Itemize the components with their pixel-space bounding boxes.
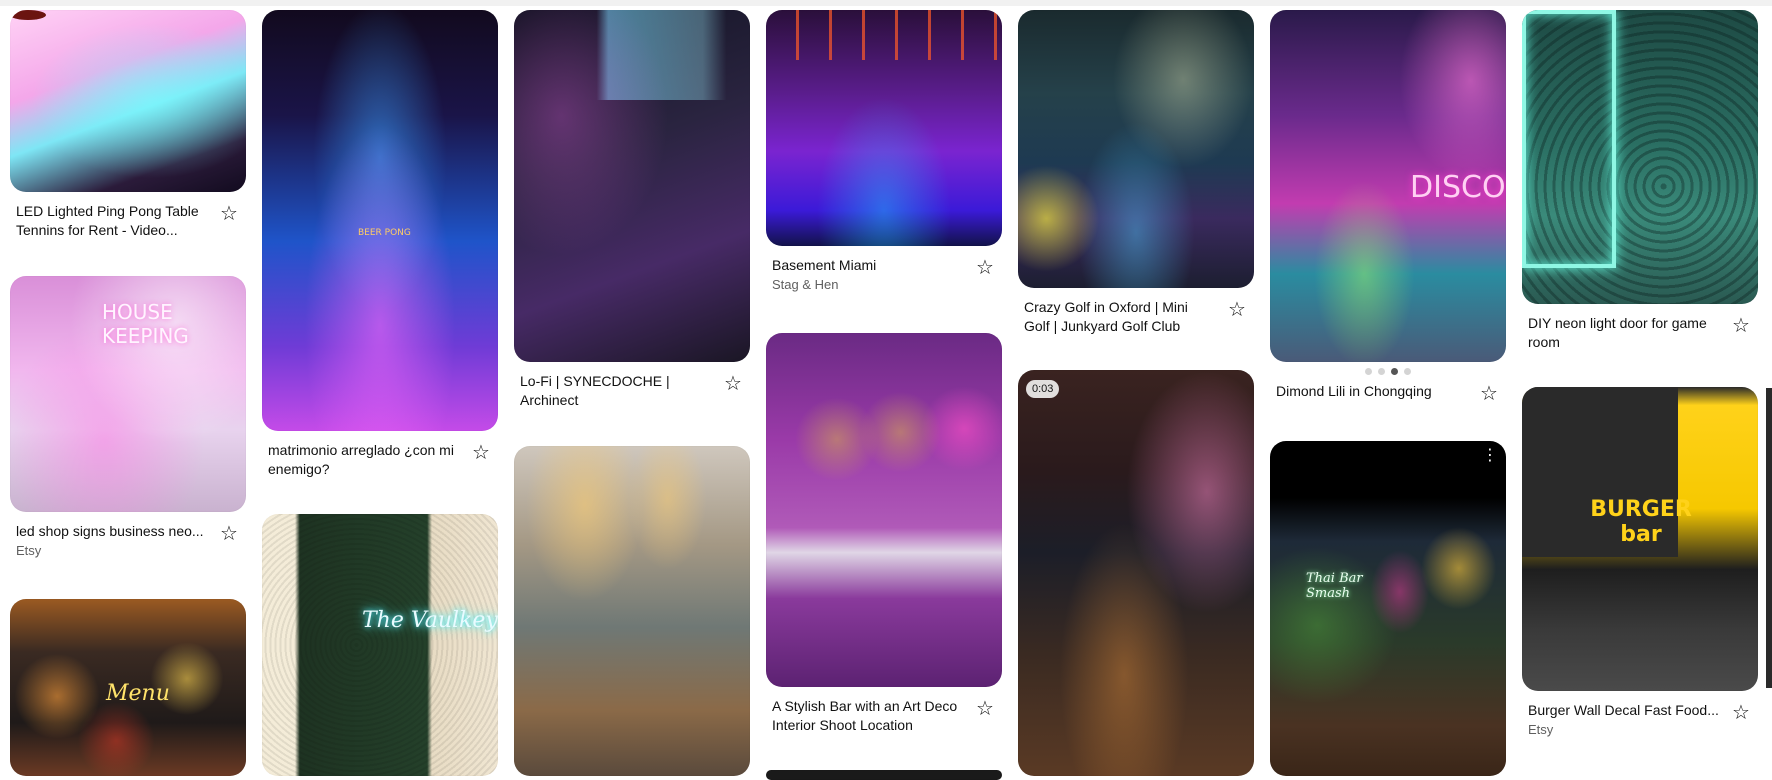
- pin-title: led shop signs business neo...: [16, 523, 204, 539]
- star-outline-icon[interactable]: ☆: [470, 441, 492, 463]
- pin-thai-bar-smash[interactable]: ⋮ Thai Bar Smash: [1270, 441, 1506, 776]
- pin-title: A Stylish Bar with an Art Deco Interior …: [772, 698, 958, 733]
- pin-image[interactable]: [514, 446, 750, 776]
- carousel-dot[interactable]: [1365, 368, 1372, 375]
- pin-image[interactable]: [766, 333, 1002, 687]
- pin-beer-pong-table[interactable]: BEER PONG matrimonio arreglado ¿con mi e…: [262, 10, 498, 479]
- pin-burger-wall-decal[interactable]: BURGER bar Burger Wall Decal Fast Food..…: [1522, 387, 1758, 739]
- pin-ping-pong-table[interactable]: LED Lighted Ping Pong Table Tennins for …: [10, 10, 246, 240]
- pin-image[interactable]: [1522, 10, 1758, 304]
- more-dots-icon[interactable]: ⋮: [1482, 447, 1498, 463]
- pin-title: Basement Miami: [772, 257, 877, 273]
- pin-image[interactable]: The Vaulkey: [262, 514, 498, 776]
- star-outline-icon[interactable]: ☆: [218, 202, 240, 224]
- pin-title: matrimonio arreglado ¿con mi enemigo?: [268, 442, 454, 477]
- image-neon-sign-text: Thai Bar Smash: [1306, 571, 1363, 601]
- pin-menu-mural[interactable]: Menu: [10, 599, 246, 776]
- image-burger-bar-text: BURGER bar: [1590, 497, 1692, 547]
- pin-image[interactable]: DISCO: [1270, 10, 1506, 362]
- pin-image[interactable]: [1018, 10, 1254, 288]
- pin-image[interactable]: BEER PONG: [262, 10, 498, 431]
- pin-source: Stag & Hen: [772, 277, 839, 292]
- image-disco-text: DISCO: [1410, 170, 1506, 205]
- pin-image[interactable]: BURGER bar: [1522, 387, 1758, 691]
- pin-lofi-synecdoche[interactable]: Lo-Fi | SYNECDOCHE | Archinect ☆: [514, 10, 750, 410]
- pin-image[interactable]: Menu: [10, 599, 246, 776]
- pin-source: Etsy: [1528, 722, 1554, 737]
- image-neon-sign-text: The Vaulkey: [362, 608, 498, 633]
- carousel-dot-active[interactable]: [1391, 368, 1398, 375]
- pin-title: LED Lighted Ping Pong Table Tennins for …: [16, 203, 199, 238]
- pin-title: Crazy Golf in Oxford | Mini Golf | Junky…: [1024, 299, 1188, 334]
- pin-house-keeping-sign[interactable]: HOUSE KEEPING led shop signs business ne…: [10, 276, 246, 560]
- pin-grid: LED Lighted Ping Pong Table Tennins for …: [0, 0, 1772, 780]
- star-outline-icon[interactable]: ☆: [1730, 314, 1752, 336]
- pin-basement-miami[interactable]: Basement Miami Stag & Hen ☆: [766, 10, 1002, 294]
- pin-partial-edge: [1766, 388, 1772, 688]
- video-duration-badge: 0:03: [1026, 380, 1060, 398]
- pin-image[interactable]: [766, 10, 1002, 246]
- carousel-dot[interactable]: [1378, 368, 1385, 375]
- pin-crazy-golf-oxford[interactable]: Crazy Golf in Oxford | Mini Golf | Junky…: [1018, 10, 1254, 336]
- pin-title: Dimond Lili in Chongqing: [1276, 383, 1432, 399]
- star-outline-icon[interactable]: ☆: [974, 256, 996, 278]
- carousel-indicator: [1270, 368, 1506, 376]
- pin-video[interactable]: 0:03: [1018, 370, 1254, 776]
- pin-title: Burger Wall Decal Fast Food...: [1528, 702, 1719, 718]
- pin-source: Etsy: [16, 543, 42, 558]
- image-beer-pong-text: BEER PONG: [358, 228, 411, 238]
- pin-restaurant-video[interactable]: 0:03: [1018, 370, 1254, 776]
- pin-title: DIY neon light door for game room: [1528, 315, 1707, 350]
- carousel-dot[interactable]: [1404, 368, 1411, 375]
- star-outline-icon[interactable]: ☆: [722, 372, 744, 394]
- pin-image[interactable]: [10, 10, 246, 192]
- star-outline-icon[interactable]: ☆: [1730, 701, 1752, 723]
- pin-image[interactable]: HOUSE KEEPING: [10, 276, 246, 512]
- star-outline-icon[interactable]: ☆: [1478, 382, 1500, 404]
- pin-image[interactable]: [766, 770, 1002, 780]
- star-outline-icon[interactable]: ☆: [218, 522, 240, 544]
- star-outline-icon[interactable]: ☆: [974, 697, 996, 719]
- pin-vaulkey-neon[interactable]: The Vaulkey: [262, 514, 498, 776]
- pin-image[interactable]: ⋮ Thai Bar Smash: [1270, 441, 1506, 776]
- pin-image[interactable]: [514, 10, 750, 362]
- image-menu-text: Menu: [106, 681, 170, 706]
- pin-title: Lo-Fi | SYNECDOCHE | Archinect: [520, 373, 670, 408]
- pin-neon-door[interactable]: DIY neon light door for game room ☆: [1522, 10, 1758, 352]
- pin-column4-bottom[interactable]: [766, 770, 1002, 780]
- pin-art-deco-bar[interactable]: A Stylish Bar with an Art Deco Interior …: [766, 333, 1002, 735]
- pin-dimond-lili[interactable]: DISCO Dimond Lili in Chongqing ☆: [1270, 10, 1506, 404]
- star-outline-icon[interactable]: ☆: [1226, 298, 1248, 320]
- image-sign-text: HOUSE KEEPING: [102, 300, 189, 348]
- pin-restaurant-booths[interactable]: [514, 446, 750, 776]
